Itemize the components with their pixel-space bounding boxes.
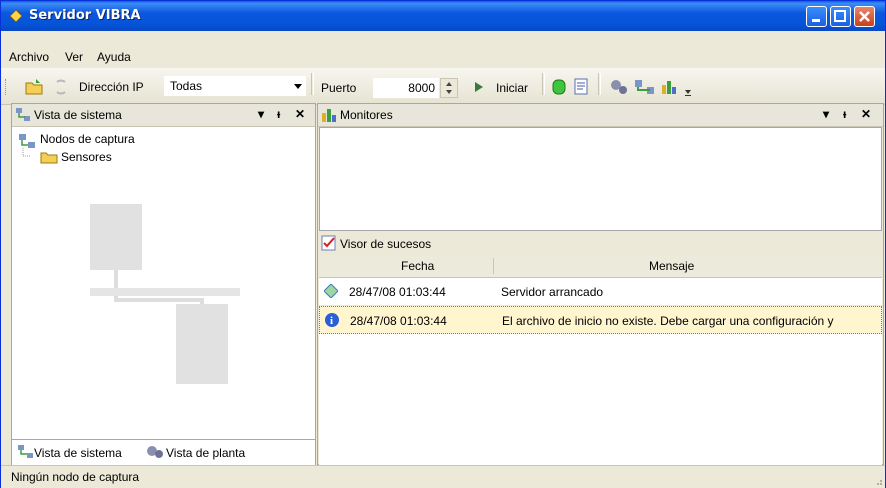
system-tree: Nodos de captura Sensores: [12, 126, 315, 446]
menu-ver[interactable]: Ver: [65, 50, 83, 64]
ip-select-value: Todas: [170, 79, 203, 93]
table-row[interactable]: i 28/47/08 01:03:44 El archivo de inicio…: [319, 306, 882, 334]
pin-icon[interactable]: ᵻ: [843, 107, 846, 121]
gears-icon: [147, 446, 163, 458]
toolbar-separator: [542, 73, 545, 95]
pane-close-icon[interactable]: ✕: [295, 107, 305, 121]
ip-label: Dirección IP: [79, 80, 144, 94]
reconnect-icon[interactable]: [53, 79, 69, 95]
checklist-icon: [321, 235, 336, 251]
system-view-title: Vista de sistema: [34, 108, 122, 122]
column-divider[interactable]: [493, 258, 494, 274]
status-text: Ningún nodo de captura: [11, 470, 140, 484]
tab-plant-view-label: Vista de planta: [166, 446, 246, 460]
event-grid-empty-area[interactable]: [319, 334, 882, 465]
pin-icon[interactable]: ᵻ: [277, 107, 280, 121]
event-viewer-title: Visor de sucesos: [340, 237, 432, 251]
close-icon: [859, 11, 870, 22]
resize-grip-icon[interactable]: [873, 476, 883, 486]
event-grid-header: Fecha Mensaje: [319, 255, 882, 278]
toolbar-separator: [311, 73, 314, 95]
event-fecha: 28/47/08 01:03:44: [350, 314, 447, 328]
minimize-icon: [812, 19, 820, 22]
event-mensaje: Servidor arrancado: [501, 285, 604, 299]
system-view-header: Vista de sistema ▾ ᵻ ✕: [12, 104, 315, 127]
column-header-fecha[interactable]: Fecha: [401, 259, 434, 273]
toolbar-grip[interactable]: [5, 79, 8, 95]
ip-select[interactable]: Todas: [164, 76, 306, 96]
event-mensaje: El archivo de inicio no existe. Debe car…: [502, 314, 834, 328]
menu-archivo[interactable]: Archivo: [9, 50, 49, 64]
report-icon[interactable]: [573, 78, 589, 96]
close-button[interactable]: [854, 6, 875, 27]
title-bar[interactable]: Servidor VIBRA: [1, 1, 885, 31]
menu-ayuda[interactable]: Ayuda: [97, 50, 131, 64]
column-header-mensaje[interactable]: Mensaje: [649, 259, 694, 273]
network-icon: [16, 108, 30, 121]
gem-icon: [324, 284, 338, 298]
stepper-arrows-icon: [446, 82, 452, 94]
event-viewer-header: Visor de sucesos: [319, 231, 882, 255]
window-title: Servidor VIBRA: [29, 8, 141, 23]
monitors-header: Monitores ▾ ᵻ ✕: [318, 104, 883, 127]
maximize-icon: [834, 10, 846, 22]
bar-chart-icon[interactable]: [661, 79, 679, 95]
database-icon[interactable]: [552, 78, 566, 96]
folder-icon: [40, 152, 58, 164]
status-bar: Ningún nodo de captura: [1, 465, 885, 488]
app-icon: [10, 10, 22, 22]
open-folder-icon[interactable]: [25, 79, 43, 95]
menu-bar: Archivo Ver Ayuda: [1, 31, 885, 68]
maximize-button[interactable]: [830, 6, 851, 27]
chevron-down-icon: [294, 84, 302, 89]
port-label: Puerto: [321, 81, 357, 95]
tree-connector: [22, 148, 31, 157]
bar-chart-icon: [322, 109, 336, 122]
pane-menu-icon[interactable]: ▾: [823, 107, 829, 121]
table-row[interactable]: 28/47/08 01:03:44 Servidor arrancado: [319, 278, 882, 306]
start-button[interactable]: Iniciar: [496, 81, 528, 95]
tree-item-sensors[interactable]: Sensores: [61, 150, 112, 164]
network-icon[interactable]: [634, 79, 656, 95]
play-icon[interactable]: [474, 81, 484, 93]
port-stepper[interactable]: [440, 78, 458, 98]
monitors-title: Monitores: [340, 108, 393, 122]
network-icon: [18, 445, 33, 458]
tree-item-capture-nodes[interactable]: Nodos de captura: [40, 132, 135, 146]
left-pane-tabs: Vista de sistema Vista de planta: [11, 439, 316, 466]
minimize-button[interactable]: [806, 6, 827, 27]
port-input[interactable]: 8000: [373, 78, 439, 98]
pane-menu-icon[interactable]: ▾: [258, 107, 264, 121]
tab-system-view-label: Vista de sistema: [34, 446, 122, 460]
monitors-area[interactable]: [319, 127, 882, 231]
gears-icon[interactable]: [609, 78, 629, 96]
event-fecha: 28/47/08 01:03:44: [349, 285, 446, 299]
info-icon: i: [325, 313, 339, 327]
main-window: Servidor VIBRA Archivo Ver Ayuda Direcci…: [0, 0, 886, 488]
svg-text:i: i: [330, 315, 333, 327]
servers-watermark-icon: [90, 204, 240, 384]
toolbar-separator: [598, 73, 601, 95]
toolbar-overflow-icon[interactable]: [684, 85, 692, 97]
system-view-pane: Vista de sistema ▾ ᵻ ✕ Nodos de captura …: [11, 103, 316, 465]
pane-close-icon[interactable]: ✕: [861, 107, 871, 121]
